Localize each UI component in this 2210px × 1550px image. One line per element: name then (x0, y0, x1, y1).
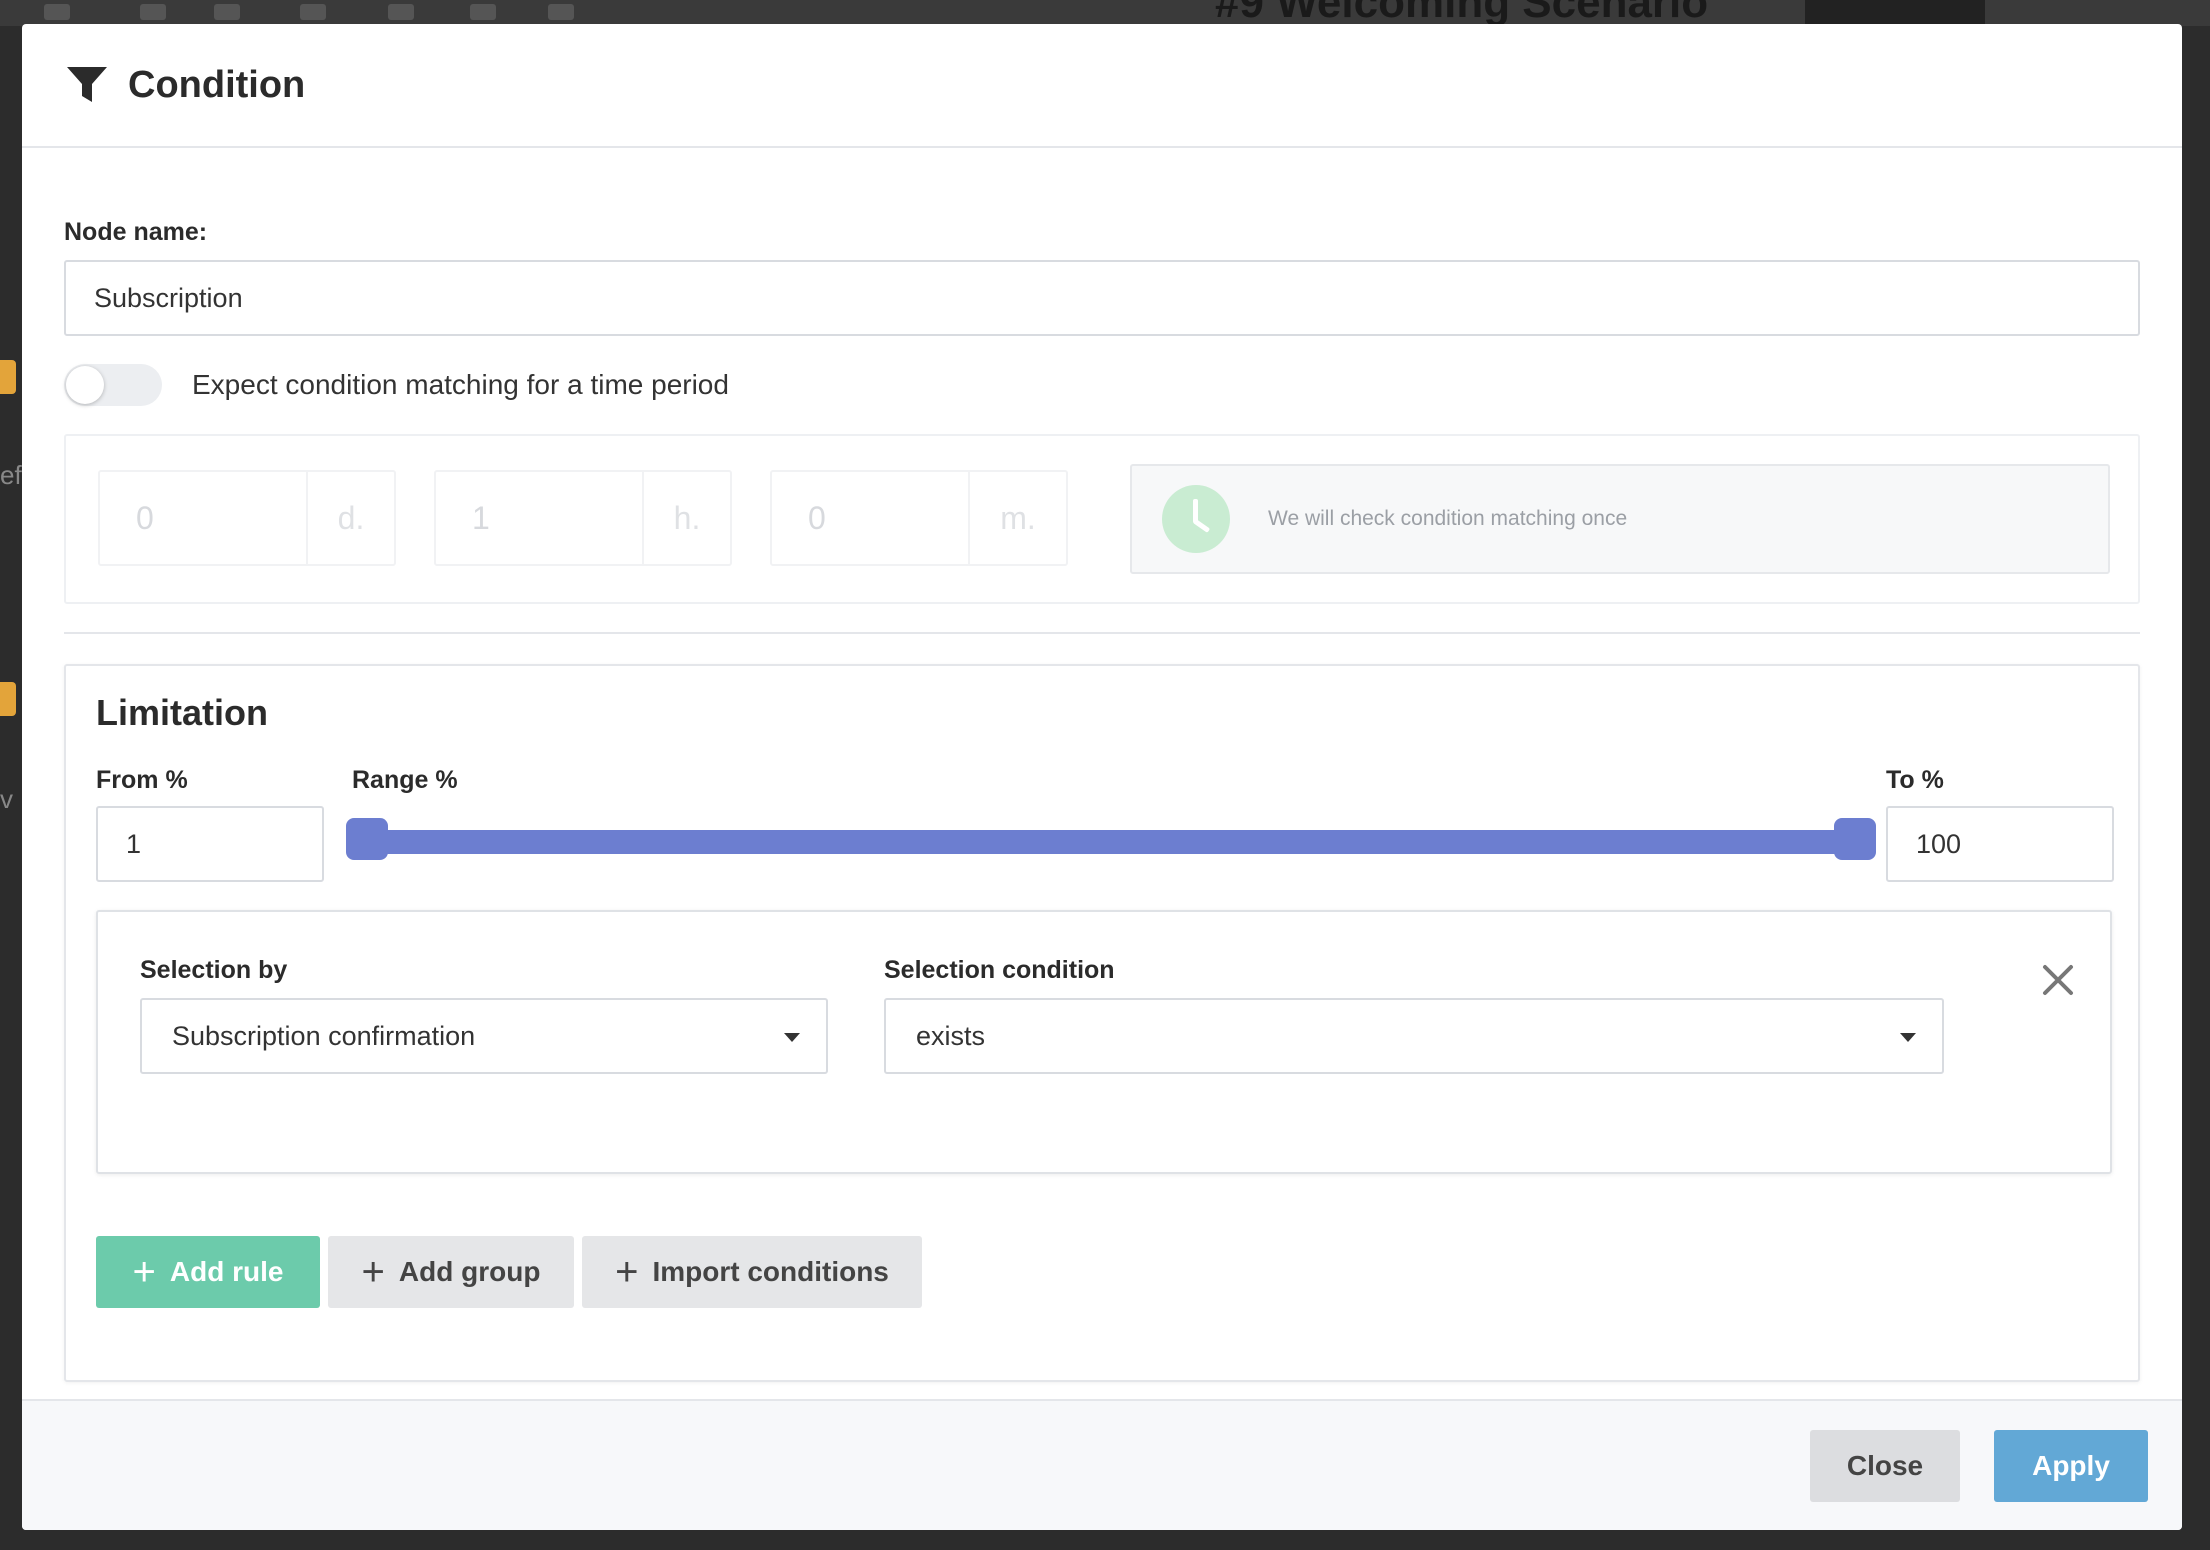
modal-title: Condition (128, 63, 306, 106)
caret-down-icon (1900, 1033, 1916, 1042)
toolbar-icon (214, 4, 240, 20)
toolbar-icon (470, 4, 496, 20)
minutes-unit: m. (1000, 499, 1036, 536)
node-name-label: Node name: (64, 218, 208, 246)
toolbar-icon (388, 4, 414, 20)
range-slider-max-handle[interactable] (1834, 818, 1876, 860)
time-period-info: We will check condition matching once (1130, 464, 2110, 574)
background-button (1805, 0, 1985, 24)
days-unit: d. (337, 499, 365, 536)
time-period-panel: 0 d. 1 h. 0 m. We will check condition m… (64, 434, 2140, 604)
close-button[interactable]: Close (1810, 1430, 1960, 1502)
range-slider-min-handle[interactable] (346, 818, 388, 860)
remove-rule-close-icon[interactable] (2040, 962, 2076, 998)
selection-condition-select[interactable]: exists (884, 998, 1944, 1074)
modal-footer: Close Apply (22, 1399, 2182, 1530)
plus-icon: + (132, 1250, 156, 1294)
selection-condition-value: exists (916, 1020, 986, 1051)
toolbar-icon (300, 4, 326, 20)
add-group-label: Add group (398, 1256, 541, 1287)
time-period-toggle[interactable] (64, 364, 162, 406)
add-group-button[interactable]: + Add group (328, 1236, 574, 1308)
unsaved-marker: * (1720, 0, 1732, 11)
hours-input[interactable]: 1 (436, 472, 644, 564)
plus-icon: + (361, 1250, 385, 1294)
import-conditions-button[interactable]: + Import conditions (582, 1236, 922, 1308)
range-slider[interactable] (346, 816, 1876, 860)
background-text: ef (0, 460, 22, 490)
scenario-number: #9 (1215, 0, 1264, 27)
days-field[interactable]: 0 d. (98, 470, 396, 566)
clock-icon (1162, 485, 1230, 553)
add-rule-button[interactable]: + Add rule (96, 1236, 320, 1308)
to-percent-input[interactable]: 100 (1886, 806, 2114, 882)
toggle-knob (66, 366, 104, 404)
modal-body: Node name: Subscription Expect condition… (22, 148, 2182, 1423)
scenario-name: Welcoming Scenario (1276, 0, 1709, 27)
rule-box: Selection by Selection condition Subscri… (96, 910, 2112, 1174)
to-percent-label: To % (1886, 766, 1944, 794)
selection-condition-label: Selection condition (884, 956, 1115, 984)
from-percent-label: From % (96, 766, 188, 794)
apply-button[interactable]: Apply (1994, 1430, 2148, 1502)
modal-header: Condition (22, 24, 2182, 148)
minutes-field[interactable]: 0 m. (770, 470, 1068, 566)
import-conditions-label: Import conditions (652, 1256, 889, 1287)
toolbar-icon (548, 4, 574, 20)
range-percent-label: Range % (352, 766, 458, 794)
add-rule-label: Add rule (169, 1256, 284, 1287)
selection-by-label: Selection by (140, 956, 288, 984)
condition-modal: Condition Node name: Subscription Expect… (22, 24, 2182, 1530)
caret-down-icon (784, 1033, 800, 1042)
selection-by-value: Subscription confirmation (172, 1020, 476, 1051)
background-node-icon (0, 360, 16, 394)
node-name-input[interactable]: Subscription (64, 260, 2140, 336)
limitation-title: Limitation (96, 692, 268, 733)
plus-icon: + (615, 1250, 639, 1294)
range-slider-track[interactable] (366, 830, 1856, 854)
toolbar-icon (44, 4, 70, 20)
time-period-toggle-label: Expect condition matching for a time per… (192, 369, 729, 400)
limitation-panel: Limitation From % Range % To % 1 100 Sel… (64, 664, 2140, 1382)
section-divider (64, 632, 2140, 634)
toolbar-icon (140, 4, 166, 20)
days-input[interactable]: 0 (100, 472, 308, 564)
selection-by-select[interactable]: Subscription confirmation (140, 998, 828, 1074)
time-period-info-text: We will check condition matching once (1268, 507, 1628, 530)
hours-field[interactable]: 1 h. (434, 470, 732, 566)
minutes-input[interactable]: 0 (772, 472, 970, 564)
background-user-icon (0, 682, 16, 716)
filter-icon (67, 67, 107, 102)
from-percent-input[interactable]: 1 (96, 806, 324, 882)
hours-unit: h. (673, 499, 701, 536)
time-period-toggle-row: Expect condition matching for a time per… (64, 364, 729, 406)
